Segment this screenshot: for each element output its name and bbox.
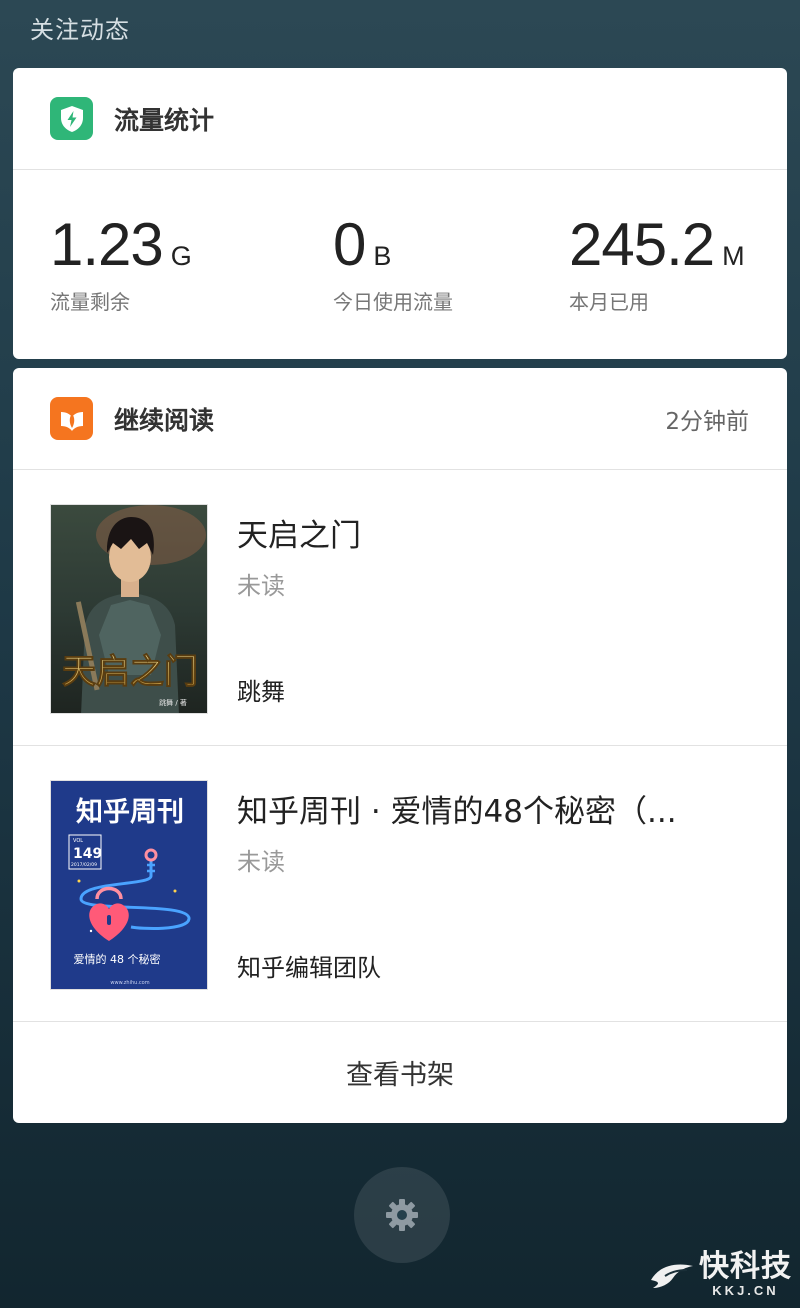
- stat-today-value: 0: [333, 211, 366, 278]
- last-read-time: 2分钟前: [665, 408, 749, 435]
- watermark-logo: 快科技 KKJ.CN: [649, 1251, 792, 1298]
- traffic-stats-card[interactable]: 流量统计 1.23 G 流量剩余 0 B 今日使用流量 245.2 M 本月已用: [13, 68, 787, 359]
- book-cover-image: 天启之门 跳舞 / 著: [50, 504, 208, 714]
- cover-url-text: www.zhihu.com: [110, 980, 149, 986]
- book-author: 知乎编辑团队: [237, 954, 381, 982]
- book-leaf-icon: [50, 397, 93, 440]
- reading-card-title: 继续阅读: [114, 405, 215, 435]
- settings-button[interactable]: [354, 1167, 450, 1263]
- stat-today: 0 B 今日使用流量: [333, 214, 453, 315]
- stat-month: 245.2 M 本月已用: [569, 214, 745, 315]
- watermark-sub-text: KKJ.CN: [712, 1283, 779, 1298]
- book-title: 知乎周刊 · 爱情的48个秘密（...: [237, 794, 677, 830]
- watermark-main-text: 快科技: [699, 1249, 792, 1284]
- reading-card-header[interactable]: 继续阅读 2分钟前: [13, 368, 787, 470]
- book-author: 跳舞: [237, 678, 285, 706]
- bird-logo-icon: [651, 1264, 693, 1288]
- stat-remaining: 1.23 G 流量剩余: [50, 214, 192, 315]
- view-bookshelf-button[interactable]: 查看书架: [13, 1021, 787, 1123]
- stat-month-label: 本月已用: [569, 290, 649, 314]
- cover-title-text: 知乎周刊: [76, 797, 184, 828]
- traffic-card-header: 流量统计: [13, 68, 787, 170]
- cover-title-text: 天启之门: [62, 652, 198, 692]
- continue-reading-card: 继续阅读 2分钟前 天启之门 跳舞 / 著 天启之门 未读 跳舞 知乎周刊 VO…: [13, 368, 787, 1123]
- stat-month-value: 245.2: [569, 211, 715, 278]
- gear-icon: [386, 1199, 418, 1231]
- page-title: 关注动态: [30, 16, 130, 44]
- cover-vol-text: VOL: [73, 838, 83, 844]
- stat-today-unit: B: [373, 241, 392, 271]
- book-status: 未读: [237, 572, 285, 600]
- shield-bolt-icon: [50, 97, 93, 140]
- stat-remaining-value: 1.23: [50, 211, 164, 278]
- stat-today-label: 今日使用流量: [333, 290, 453, 314]
- book-status: 未读: [237, 848, 285, 876]
- book-cover-image: 知乎周刊 VOL 149 2017/02/09 爱情的 48 个秘密 www.z…: [50, 780, 208, 990]
- stat-remaining-label: 流量剩余: [50, 290, 130, 314]
- traffic-stats: 1.23 G 流量剩余 0 B 今日使用流量 245.2 M 本月已用: [13, 170, 787, 358]
- stat-remaining-unit: G: [170, 241, 192, 271]
- cover-author-text: 跳舞 / 著: [159, 698, 187, 707]
- book-item[interactable]: 天启之门 跳舞 / 著 天启之门 未读 跳舞: [13, 470, 787, 746]
- book-item[interactable]: 知乎周刊 VOL 149 2017/02/09 爱情的 48 个秘密 www.z…: [13, 746, 787, 1022]
- book-title: 天启之门: [237, 518, 361, 554]
- cover-issue-text: 149: [73, 846, 102, 862]
- stat-month-unit: M: [722, 241, 745, 271]
- cover-date-text: 2017/02/09: [71, 862, 97, 868]
- traffic-card-title: 流量统计: [114, 105, 215, 135]
- cover-subtitle-text: 爱情的 48 个秘密: [74, 952, 161, 966]
